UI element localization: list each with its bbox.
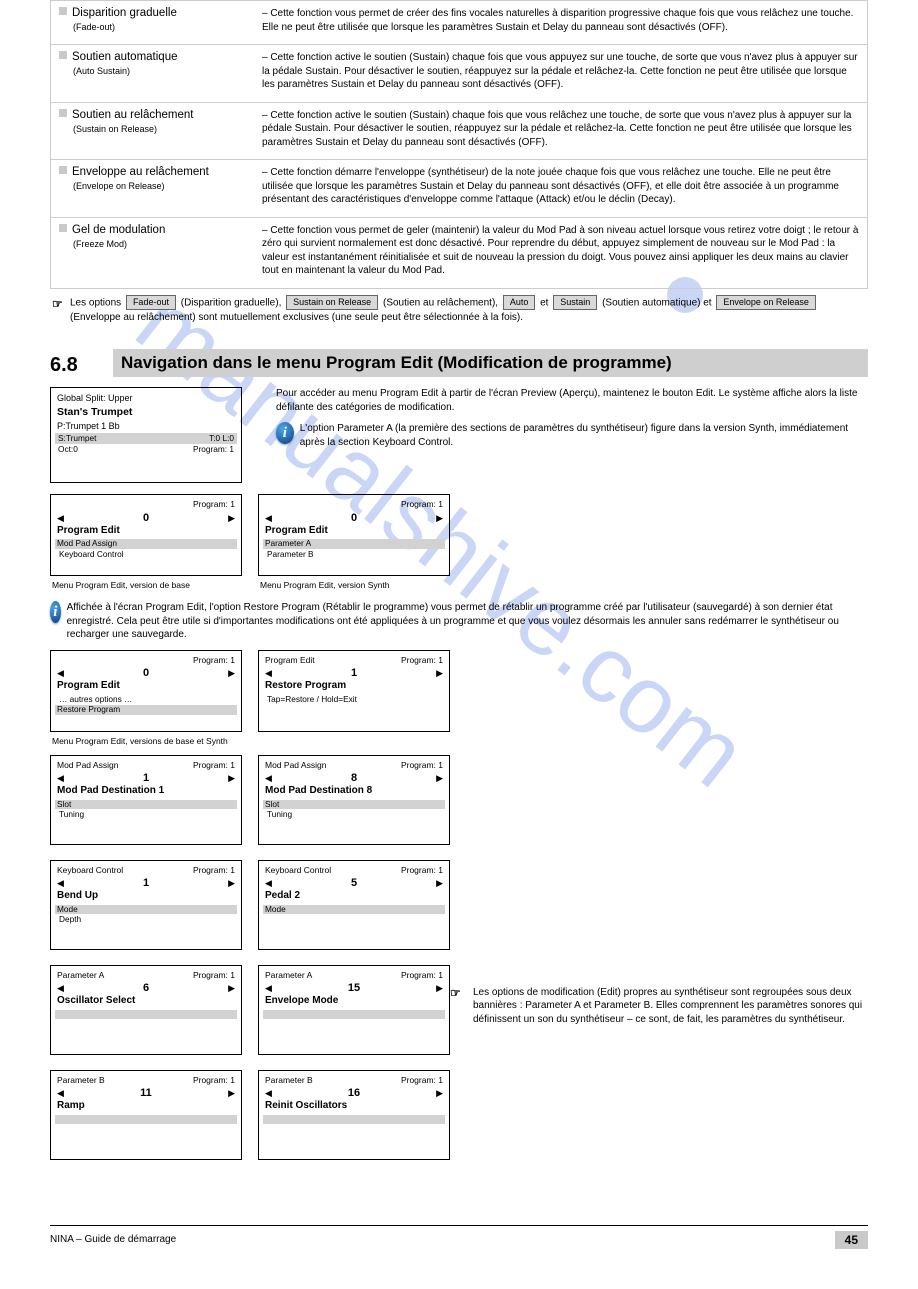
info-restore: i Affichée à l'écran Program Edit, l'opt… [50, 601, 868, 642]
hand-icon: ☞ [52, 295, 66, 313]
btn-sustain-release: Sustain on Release [286, 295, 378, 311]
section-title: Navigation dans le menu Program Edit (Mo… [113, 349, 868, 377]
panel-kb-bendup: Keyboard ControlProgram: 1 1 Bend Up Mod… [50, 860, 242, 950]
panel-paramb-reinit: Parameter BProgram: 1 16 Reinit Oscillat… [258, 1070, 450, 1160]
btn-sustain: Sustain [553, 295, 597, 311]
caption: Menu Program Edit, version de base [52, 580, 242, 590]
feature-table: Disparition graduelle (Fade-out) – Cette… [50, 0, 868, 289]
feature-title: Disparition graduelle [72, 7, 177, 19]
section-number: 6.8 [50, 354, 113, 377]
footer: NINA – Guide de démarrage 45 [50, 1225, 868, 1249]
table-row: Enveloppe au relâchement (Envelope on Re… [51, 159, 867, 217]
panel-kb-pedal2: Keyboard ControlProgram: 1 5 Pedal 2 Mod… [258, 860, 450, 950]
table-row: Gel de modulation (Freeze Mod) – Cette f… [51, 217, 867, 288]
panel-restore-confirm: Program EditProgram: 1 1 Restore Program… [258, 650, 450, 732]
btn-envelope-release: Envelope on Release [716, 295, 816, 311]
panel-modpad-8: Mod Pad AssignProgram: 1 8 Mod Pad Desti… [258, 755, 450, 845]
footer-title: NINA – Guide de démarrage [50, 1234, 835, 1245]
info-icon: i [50, 601, 61, 623]
panel-program-edit-basic: Program: 1 0 Program Edit Mod Pad Assign… [50, 494, 242, 576]
feature-desc: – Cette fonction vous permet de créer de… [258, 1, 867, 44]
panel-modpad-1: Mod Pad AssignProgram: 1 1 Mod Pad Desti… [50, 755, 242, 845]
hand-icon: ☞ [450, 986, 464, 1000]
caption: Menu Program Edit, versions de base et S… [52, 736, 450, 746]
panel-paramb-ramp: Parameter BProgram: 1 11 Ramp [50, 1070, 242, 1160]
panel-parama-osc: Parameter AProgram: 1 6 Oscillator Selec… [50, 965, 242, 1055]
feature-sub: (Fade-out) [73, 22, 252, 32]
note-parameters: ☞ Les options de modification (Edit) pro… [450, 986, 868, 1027]
panel-preview: Global Split: Upper Stan's Trumpet P:Tru… [50, 387, 242, 483]
panel-parama-env: Parameter AProgram: 1 15 Envelope Mode [258, 965, 450, 1055]
page-number: 45 [835, 1231, 868, 1249]
section-header: 6.8 Navigation dans le menu Program Edit… [50, 349, 868, 377]
triangle-right-icon [228, 513, 235, 525]
intro-paragraph: Pour accéder au menu Program Edit à part… [276, 387, 868, 414]
caption: Menu Program Edit, version Synth [260, 580, 450, 590]
info-icon: i [276, 422, 294, 444]
btn-auto: Auto [503, 295, 536, 311]
btn-fadeout: Fade-out [126, 295, 176, 311]
note-exclusive: ☞ Les options Fade-out (Disparition grad… [52, 295, 868, 326]
table-row: Disparition graduelle (Fade-out) – Cette… [51, 0, 867, 44]
panel-restore-program: Program: 1 0 Program Edit … autres optio… [50, 650, 242, 732]
table-row: Soutien automatique (Auto Sustain) – Cet… [51, 44, 867, 102]
info-synth-note: i L'option Parameter A (la première des … [276, 422, 868, 449]
triangle-left-icon [57, 513, 64, 525]
table-row: Soutien au relâchement (Sustain on Relea… [51, 102, 867, 160]
panel-program-edit-synth: Program: 1 0 Program Edit Parameter A Pa… [258, 494, 450, 576]
